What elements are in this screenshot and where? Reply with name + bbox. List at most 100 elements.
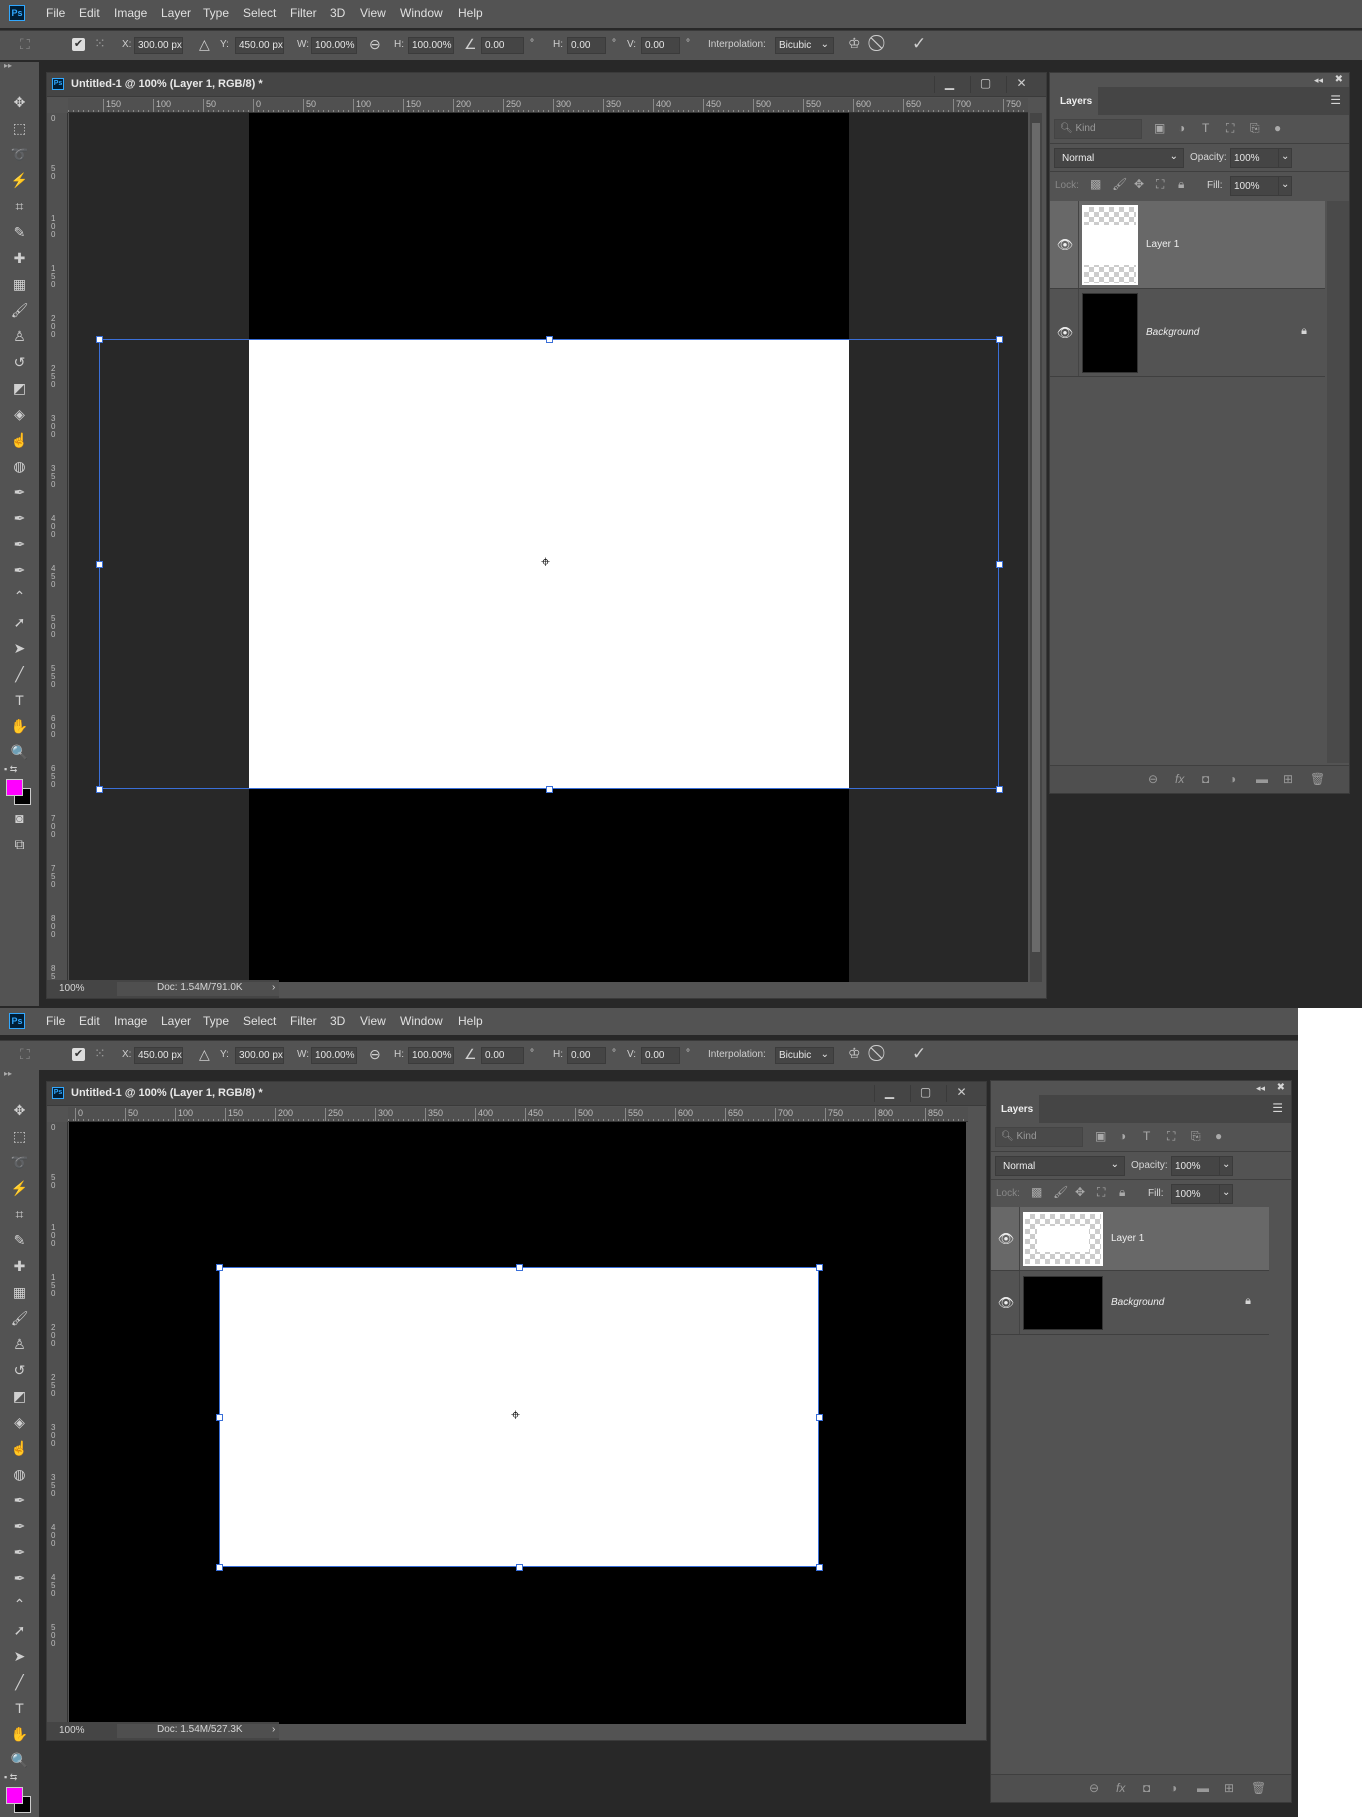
transform-handle[interactable]	[216, 1414, 223, 1421]
foreground-color-swatch[interactable]	[6, 779, 23, 796]
layer-style-icon[interactable]: fx	[1175, 772, 1184, 786]
pen-tool-icon[interactable]: ✒	[0, 1492, 39, 1509]
default-colors-icon[interactable]: ▪ ⇆	[0, 1772, 39, 1783]
type-tool-icon[interactable]: T	[0, 1700, 39, 1716]
lock-position-icon[interactable]: ✥	[1075, 1185, 1085, 1199]
menu-window[interactable]: Window	[400, 1014, 443, 1028]
height-input[interactable]: 100.00%	[408, 37, 454, 54]
close-panel-icon[interactable]: ✖	[1335, 74, 1343, 85]
menu-type[interactable]: Type	[203, 1014, 229, 1028]
background-thumbnail[interactable]	[1082, 293, 1138, 373]
history-brush-tool-icon[interactable]: ↺	[0, 1362, 39, 1379]
layer-row[interactable]: 👁︎ Background 🔒︎	[991, 1271, 1269, 1335]
horizontal-skew-input[interactable]: 0.00	[567, 1047, 606, 1064]
lock-all-icon[interactable]: 🔒︎	[1178, 177, 1184, 192]
rotation-input[interactable]: 0.00	[481, 1047, 524, 1064]
canvas-area[interactable]: ⌖	[69, 1122, 968, 1724]
delete-anchor-tool-icon[interactable]: ✒	[0, 1570, 39, 1587]
layer-row[interactable]: 👁︎ Background 🔒︎	[1050, 289, 1325, 377]
collapse-panel-icon[interactable]: ▸▸	[0, 1069, 39, 1078]
filter-toggle-icon[interactable]: ●	[1274, 121, 1281, 135]
menu-image[interactable]: Image	[114, 1014, 147, 1028]
reference-point-checkbox[interactable]: ✔	[72, 38, 85, 51]
transform-handle[interactable]	[996, 786, 1003, 793]
transform-handle[interactable]	[816, 1264, 823, 1271]
magic-wand-tool-icon[interactable]: ⚡	[0, 1180, 39, 1197]
visibility-eye-icon[interactable]: 👁︎	[997, 1295, 1015, 1311]
healing-tool-icon[interactable]: ▦	[0, 1284, 39, 1301]
delete-layer-icon[interactable]: 🗑︎	[1310, 772, 1325, 786]
healing-tool-icon[interactable]: ▦	[0, 276, 39, 293]
blend-mode-select[interactable]: Normal ⌄	[995, 1156, 1125, 1176]
menu-3d[interactable]: 3D	[330, 6, 345, 20]
brush-tool-icon[interactable]: 🖌	[0, 1310, 39, 1327]
lock-position-icon[interactable]: ✥	[1134, 177, 1144, 191]
visibility-eye-icon[interactable]: 👁︎	[997, 1231, 1015, 1247]
width-input[interactable]: 100.00%	[311, 37, 357, 54]
status-menu-arrow-icon[interactable]: ›	[272, 1724, 275, 1735]
quick-mask-icon[interactable]: ◙	[0, 810, 39, 826]
filter-kind-select[interactable]: 🔍︎ Kind	[1054, 119, 1142, 139]
transform-center-point-icon[interactable]: ⌖	[511, 1407, 520, 1425]
direct-selection-tool-icon[interactable]: ➤	[0, 640, 39, 657]
brush-tool-icon[interactable]: 🖌	[0, 302, 39, 319]
filter-smart-object-icon[interactable]: ⎘	[1250, 121, 1260, 136]
warp-mode-icon[interactable]: ♔	[848, 35, 861, 52]
link-layers-icon[interactable]: ⊖	[1148, 772, 1158, 786]
spot-healing-tool-icon[interactable]: ✚	[0, 1258, 39, 1275]
menu-file[interactable]: File	[46, 1014, 65, 1028]
document-tab[interactable]: Ps Untitled-1 @ 100% (Layer 1, RGB/8) * ▁ ▢…	[47, 1082, 986, 1106]
close-button[interactable]: ✕	[1006, 76, 1036, 93]
add-mask-icon[interactable]: ◘	[1202, 772, 1209, 786]
vertical-skew-input[interactable]: 0.00	[641, 37, 680, 54]
menu-select[interactable]: Select	[243, 6, 276, 20]
layer-thumbnail[interactable]	[1023, 1212, 1103, 1266]
menu-image[interactable]: Image	[114, 6, 147, 20]
path-selection-tool-icon[interactable]: ➚	[0, 1622, 39, 1639]
transform-handle[interactable]	[216, 1564, 223, 1571]
crop-tool-icon[interactable]: ⌗	[0, 1206, 39, 1223]
minimize-button[interactable]: ▁	[934, 76, 964, 93]
zoom-level[interactable]: 100%	[59, 983, 85, 994]
move-tool-icon[interactable]: ✥	[0, 1102, 39, 1119]
close-panel-icon[interactable]: ✖	[1277, 1082, 1285, 1093]
clone-stamp-tool-icon[interactable]: ♙	[0, 328, 39, 345]
menu-edit[interactable]: Edit	[79, 6, 100, 20]
menu-filter[interactable]: Filter	[290, 1014, 317, 1028]
layer-row[interactable]: 👁︎ Layer 1	[1050, 201, 1325, 289]
link-layers-icon[interactable]: ⊖	[1089, 1781, 1099, 1795]
delete-anchor-tool-icon[interactable]: ✒	[0, 562, 39, 579]
relative-position-icon[interactable]: △	[199, 36, 210, 53]
lock-pixels-icon[interactable]: 🖌︎	[1053, 1185, 1068, 1199]
add-mask-icon[interactable]: ◘	[1143, 1781, 1150, 1795]
layer-row[interactable]: 👁︎ Layer 1	[991, 1207, 1269, 1271]
transform-handle[interactable]	[816, 1414, 823, 1421]
layer-name[interactable]: Layer 1	[1111, 1233, 1144, 1244]
menu-help[interactable]: Help	[458, 1014, 483, 1028]
transform-handle[interactable]	[96, 561, 103, 568]
menu-view[interactable]: View	[360, 1014, 386, 1028]
rotation-input[interactable]: 0.00	[481, 37, 524, 54]
move-tool-icon[interactable]: ✥	[0, 94, 39, 111]
delete-layer-icon[interactable]: 🗑︎	[1251, 1781, 1266, 1795]
new-layer-icon[interactable]: ⊞	[1224, 1781, 1234, 1795]
opacity-dropdown-icon[interactable]: ⌄	[1278, 148, 1292, 168]
transform-handle[interactable]	[516, 1564, 523, 1571]
line-tool-icon[interactable]: ╱	[0, 666, 39, 683]
menu-select[interactable]: Select	[243, 1014, 276, 1028]
transform-handle[interactable]	[816, 1564, 823, 1571]
eyedropper-tool-icon[interactable]: ✎	[0, 1232, 39, 1249]
opacity-input[interactable]: 100%	[1171, 1156, 1221, 1176]
fill-dropdown-icon[interactable]: ⌄	[1278, 176, 1292, 196]
menu-layer[interactable]: Layer	[161, 6, 191, 20]
transform-handle[interactable]	[546, 786, 553, 793]
menu-edit[interactable]: Edit	[79, 1014, 100, 1028]
reference-point-grid-icon[interactable]: ⁙	[94, 35, 106, 52]
background-thumbnail[interactable]	[1023, 1276, 1103, 1330]
layer-name[interactable]: Layer 1	[1146, 239, 1179, 250]
convert-point-tool-icon[interactable]: ⌃	[0, 588, 39, 605]
hand-tool-icon[interactable]: ✋	[0, 1726, 39, 1743]
close-button[interactable]: ✕	[946, 1085, 976, 1102]
blend-mode-select[interactable]: Normal ⌄	[1054, 148, 1184, 168]
transform-handle[interactable]	[996, 561, 1003, 568]
